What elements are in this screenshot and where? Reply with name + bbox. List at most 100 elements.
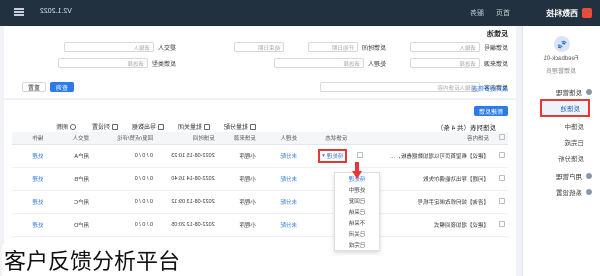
column-header[interactable]: 反馈来源 [217,132,259,144]
main-content: 反馈池 反馈编号 请输入 反馈时间 开始日期 结束日期 提交人 请输入 反馈来源… [4,26,516,276]
row-checkbox[interactable] [499,151,505,158]
row-select-cell[interactable] [492,167,508,190]
row-checkbox[interactable] [499,197,505,204]
sidebar-sub-analysis[interactable]: 反馈分析 [528,152,584,164]
filter-type: 反馈类型 请选择 [57,58,176,68]
feedback-icon [586,89,592,95]
refresh-button[interactable]: 刷新 [56,122,76,131]
filter-label: 反馈时间 [361,45,386,52]
end-date-input[interactable]: 结束日期 [234,42,284,52]
brand-mark-icon [582,8,592,18]
feedback-content[interactable]: 【咨询】如何修改绑定手机号 [389,198,489,206]
start-date-input[interactable]: 开始日期 [307,42,358,52]
reset-button[interactable]: 重置 [22,82,46,92]
advanced-filter-link[interactable]: 展开更多筛选 [472,84,508,93]
sidebar-sub-label: 已完成 [564,140,585,147]
sidebar-item-feedback[interactable]: 反馈管理 [528,86,592,98]
content-cell[interactable]: 【问题】导出功能偶尔失败 [366,167,492,190]
content-cell[interactable]: 【建议】希望首页可以增加数据看板，方便查看每日反馈趋势 [366,144,492,167]
sidebar-item-label: 用户管理 [556,174,582,181]
source-cell: 小程序 [217,167,259,190]
submitter-cell: 用户D [46,213,93,236]
process-link[interactable]: 处理 [32,200,43,206]
table-row[interactable]: 【咨询】如何修改绑定手机号 未分配 小程序 2022-08-13 09:12 0… [12,190,508,213]
sidebar: 🐾 Feedback-01 反馈管理员 反馈管理 反馈池 反馈中 已完成 反馈分… [522,26,600,276]
batch-assign-button[interactable]: 批量分配 [224,122,256,131]
select-all-cell[interactable] [492,132,508,144]
feedback-content[interactable]: 【建议】希望首页可以增加数据看板，方便查看每日反馈趋势 [389,152,489,160]
handler-value[interactable]: 未分配 [281,200,298,206]
handler-value[interactable]: 未分配 [281,154,298,160]
batch-close-button[interactable]: 批量关闭 [178,122,210,131]
search-button[interactable]: 查询 [50,82,74,92]
app-window: 西数科技 首页 服务 V2.1.2022 🐾 Feedback-01 反馈管理员… [0,0,600,276]
feedback-id-input[interactable]: 请输入 [409,42,480,52]
filter-submitter: 提交人 请输入 [63,42,176,52]
submitter-input[interactable]: 请输入 [63,42,154,52]
filter-handler: 处理人 请选择 [273,58,386,68]
sidebar-sub-processing[interactable]: 反馈中 [528,120,585,132]
export-button[interactable]: 导出数据 [132,122,164,131]
avatar[interactable]: 🐾 [554,36,570,52]
filter-label: 反馈类型 [151,61,176,68]
process-link[interactable]: 处理 [32,223,43,229]
content-cell[interactable]: 【建议】增加夜间模式 [366,213,492,236]
menu-icon[interactable] [14,8,24,16]
product-version: V2.1.2022 [40,8,72,15]
brand-logo[interactable]: 西数科技 [546,8,592,19]
row-select-cell[interactable] [492,190,508,213]
sidebar-item-settings[interactable]: 系统设置 [528,186,592,198]
sidebar-sub-pool[interactable]: 反馈池 [540,99,590,117]
sidebar-sub-done[interactable]: 已完成 [528,136,585,148]
top-nav-tab[interactable]: 服务 [464,8,490,18]
action-cell: 处理 [12,167,47,190]
process-link[interactable]: 处理 [32,154,43,160]
feedback-content[interactable]: 【问题】导出功能偶尔失败 [389,175,489,183]
top-nav-tab[interactable]: 首页 [490,8,516,18]
status-cell[interactable]: 待处理 ▾ [300,144,351,167]
status-select[interactable]: 待处理 ▾ [318,148,348,163]
row-select-cell[interactable] [492,213,508,236]
column-header[interactable]: 反馈状态 [300,132,351,144]
assign-icon [250,123,256,130]
close-icon [204,123,210,130]
column-header[interactable]: 提交人 [46,132,93,144]
status-option[interactable]: 不采纳 [335,217,379,228]
content-input[interactable]: 请输入反馈内容 [319,82,480,92]
feedback-content[interactable]: 【建议】增加夜间模式 [389,221,489,229]
flag-checkbox[interactable] [357,151,364,158]
content-cell[interactable]: 【咨询】如何修改绑定手机号 [366,190,492,213]
filter-feedback-id: 反馈编号 请输入 [409,42,508,52]
column-header[interactable]: 反馈时间 [156,132,218,144]
create-feedback-button[interactable]: 新建反馈 [474,106,508,116]
status-option[interactable]: 处理中 [335,184,379,195]
status-option[interactable]: 已关闭 [335,228,379,239]
top-nav: 首页 服务 [464,8,516,18]
status-option[interactable]: 已回复 [335,195,379,206]
filter-source: 反馈来源 请选择 [409,58,508,68]
table-row[interactable]: 【问题】导出功能偶尔失败 未分配 小程序 2022-08-14 16:40 0 … [12,167,508,190]
filter-end-time: 结束日期 [234,42,284,52]
row-checkbox[interactable] [499,174,505,181]
type-select[interactable]: 请选择 [57,58,148,68]
column-header[interactable]: 处理人 [258,132,301,144]
user-role: 反馈管理员 [546,69,577,75]
process-link[interactable]: 处理 [32,177,43,183]
row-checkbox[interactable] [499,220,505,227]
row-select-cell[interactable] [492,144,508,167]
status-option[interactable]: 已采纳 [335,206,379,217]
handler-value[interactable]: 未分配 [281,223,298,229]
table-row[interactable]: 【建议】希望首页可以增加数据看板，方便查看每日反馈趋势 待处理 ▾ 未分配 小程… [12,144,508,167]
top-bar: 西数科技 首页 服务 V2.1.2022 [0,0,600,26]
column-settings-button[interactable]: 列设置 [92,122,118,131]
filter-label: 提交人 [157,45,176,52]
source-select[interactable]: 请选择 [409,58,480,68]
table-row[interactable]: 【建议】增加夜间模式 未分配 小程序 2022-08-12 20:05 0 / … [12,213,508,236]
status-option[interactable]: 已完成 [335,239,379,250]
sidebar-item-label: 系统设置 [556,190,582,197]
handler-value[interactable]: 未分配 [281,177,298,183]
column-header[interactable]: 反馈内容 [366,132,492,144]
sidebar-item-users[interactable]: 用户管理 [528,170,592,182]
handler-select[interactable]: 请选择 [273,58,364,68]
select-all-checkbox[interactable] [499,133,505,140]
